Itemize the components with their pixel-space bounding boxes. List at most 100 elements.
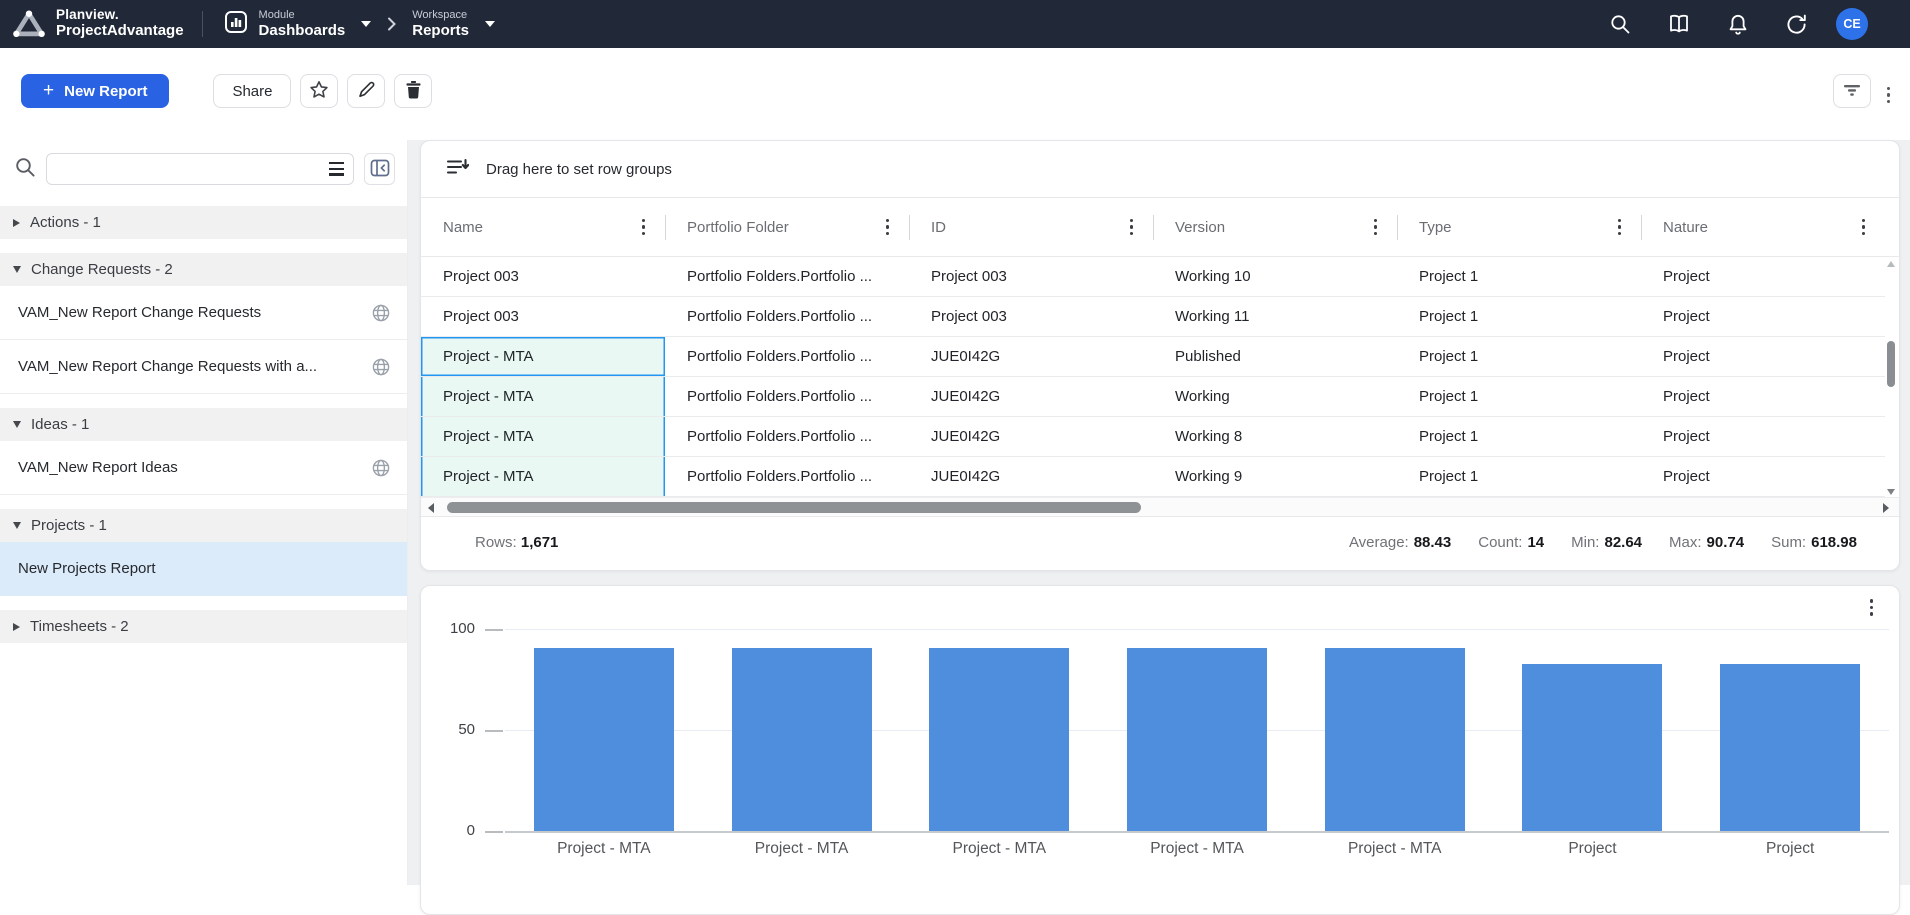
table-cell[interactable]: Project 1 <box>1397 337 1641 377</box>
table-row[interactable]: Project - MTAPortfolio Folders.Portfolio… <box>421 457 1899 497</box>
horizontal-scroll-thumb[interactable] <box>447 502 1141 513</box>
table-cell[interactable]: Project <box>1641 297 1885 337</box>
column-header[interactable]: Version <box>1153 198 1397 256</box>
table-cell[interactable]: Portfolio Folders.Portfolio ... <box>665 257 909 297</box>
filter-button[interactable] <box>1833 74 1871 108</box>
column-header[interactable]: ID <box>909 198 1153 256</box>
x-axis-category-label: Project - MTA <box>900 840 1098 858</box>
table-cell[interactable]: Project - MTA <box>421 337 665 377</box>
table-cell[interactable]: Working 8 <box>1153 417 1397 457</box>
share-button[interactable]: Share <box>213 74 291 108</box>
table-cell[interactable]: Project 003 <box>909 297 1153 337</box>
horizontal-scrollbar[interactable] <box>421 497 1899 517</box>
vertical-scrollbar[interactable] <box>1886 259 1896 497</box>
table-cell[interactable]: Working 10 <box>1153 257 1397 297</box>
edit-button[interactable] <box>347 74 385 108</box>
column-menu-icon[interactable] <box>886 219 889 235</box>
sidebar-group-header[interactable]: Change Requests - 2 <box>0 253 407 286</box>
scroll-up-icon[interactable] <box>1887 261 1895 267</box>
avatar[interactable]: CE <box>1836 8 1868 40</box>
sidebar-group-header[interactable]: Ideas - 1 <box>0 408 407 441</box>
sidebar-item[interactable]: VAM_New Report Ideas <box>0 441 407 495</box>
sidebar-item[interactable]: VAM_New Report Change Requests <box>0 286 407 340</box>
column-header[interactable]: Name <box>421 198 665 256</box>
table-cell[interactable]: Project 1 <box>1397 297 1641 337</box>
table-cell[interactable]: JUE0I42G <box>909 457 1153 497</box>
book-icon[interactable] <box>1667 13 1691 35</box>
sidebar-group-header[interactable]: Actions - 1 <box>0 206 407 239</box>
column-header-label: Portfolio Folder <box>687 219 789 236</box>
column-menu-icon[interactable] <box>1862 219 1865 235</box>
table-cell[interactable]: Portfolio Folders.Portfolio ... <box>665 417 909 457</box>
table-row[interactable]: Project - MTAPortfolio Folders.Portfolio… <box>421 337 1899 377</box>
table-cell[interactable]: Working 11 <box>1153 297 1397 337</box>
scroll-down-icon[interactable] <box>1887 489 1895 495</box>
table-cell[interactable]: JUE0I42G <box>909 377 1153 417</box>
table-row[interactable]: Project - MTAPortfolio Folders.Portfolio… <box>421 417 1899 457</box>
table-cell[interactable]: JUE0I42G <box>909 337 1153 377</box>
sidebar-search-input[interactable] <box>47 154 353 184</box>
table-cell[interactable]: Project 1 <box>1397 417 1641 457</box>
column-menu-icon[interactable] <box>1374 219 1377 235</box>
column-menu-icon[interactable] <box>642 219 645 235</box>
table-cell[interactable]: Portfolio Folders.Portfolio ... <box>665 297 909 337</box>
scroll-left-icon[interactable] <box>428 503 434 513</box>
column-menu-icon[interactable] <box>1130 219 1133 235</box>
search-icon[interactable] <box>1609 13 1631 35</box>
bell-icon[interactable] <box>1727 13 1749 36</box>
column-header[interactable]: Nature <box>1641 198 1885 256</box>
table-cell[interactable]: Project 1 <box>1397 457 1641 497</box>
table-cell[interactable]: Portfolio Folders.Portfolio ... <box>665 457 909 497</box>
new-report-button[interactable]: + New Report <box>21 74 169 108</box>
sidebar-item[interactable]: New Projects Report <box>0 542 407 596</box>
table-cell[interactable]: Project 1 <box>1397 257 1641 297</box>
column-header-label: Nature <box>1663 219 1708 236</box>
collapse-sidebar-button[interactable] <box>364 153 395 185</box>
bar[interactable] <box>534 648 674 831</box>
bar[interactable] <box>732 648 872 831</box>
bar-slot <box>703 648 901 831</box>
column-header[interactable]: Portfolio Folder <box>665 198 909 256</box>
table-row[interactable]: Project 003Portfolio Folders.Portfolio .… <box>421 297 1899 337</box>
table-cell[interactable]: Project 003 <box>421 297 665 337</box>
sidebar-group-header[interactable]: Timesheets - 2 <box>0 610 407 643</box>
row-group-dropzone[interactable]: Drag here to set row groups <box>421 141 1899 198</box>
table-cell[interactable]: Project <box>1641 417 1885 457</box>
table-cell[interactable]: Project <box>1641 377 1885 417</box>
table-cell[interactable]: Working 9 <box>1153 457 1397 497</box>
table-cell[interactable]: Published <box>1153 337 1397 377</box>
bar[interactable] <box>929 648 1069 831</box>
table-cell[interactable]: JUE0I42G <box>909 417 1153 457</box>
refresh-icon[interactable] <box>1785 13 1808 36</box>
table-cell[interactable]: Portfolio Folders.Portfolio ... <box>665 337 909 377</box>
bar[interactable] <box>1127 648 1267 831</box>
table-cell[interactable]: Working <box>1153 377 1397 417</box>
sidebar-item[interactable]: VAM_New Report Change Requests with a... <box>0 340 407 394</box>
table-cell[interactable]: Project 003 <box>909 257 1153 297</box>
toolbar-kebab-menu-icon[interactable] <box>1887 87 1891 104</box>
workspace-selector[interactable]: Workspace Reports <box>412 9 495 39</box>
bar[interactable] <box>1720 664 1860 831</box>
vertical-scroll-thumb[interactable] <box>1887 341 1895 387</box>
bar[interactable] <box>1522 664 1662 831</box>
column-menu-icon[interactable] <box>1618 219 1621 235</box>
delete-button[interactable] <box>394 74 432 108</box>
table-cell[interactable]: Project - MTA <box>421 457 665 497</box>
bar[interactable] <box>1325 648 1465 831</box>
table-row[interactable]: Project - MTAPortfolio Folders.Portfolio… <box>421 377 1899 417</box>
module-selector[interactable]: Module Dashboards <box>223 9 372 40</box>
table-cell[interactable]: Project <box>1641 457 1885 497</box>
table-cell[interactable]: Portfolio Folders.Portfolio ... <box>665 377 909 417</box>
table-cell[interactable]: Project - MTA <box>421 377 665 417</box>
table-cell[interactable]: Project <box>1641 337 1885 377</box>
hamburger-icon[interactable] <box>329 162 344 176</box>
scroll-right-icon[interactable] <box>1883 503 1889 513</box>
favorite-button[interactable] <box>300 74 338 108</box>
table-row[interactable]: Project 003Portfolio Folders.Portfolio .… <box>421 257 1899 297</box>
column-header[interactable]: Type <box>1397 198 1641 256</box>
table-cell[interactable]: Project <box>1641 257 1885 297</box>
table-cell[interactable]: Project 003 <box>421 257 665 297</box>
table-cell[interactable]: Project - MTA <box>421 417 665 457</box>
sidebar-group-header[interactable]: Projects - 1 <box>0 509 407 542</box>
table-cell[interactable]: Project 1 <box>1397 377 1641 417</box>
